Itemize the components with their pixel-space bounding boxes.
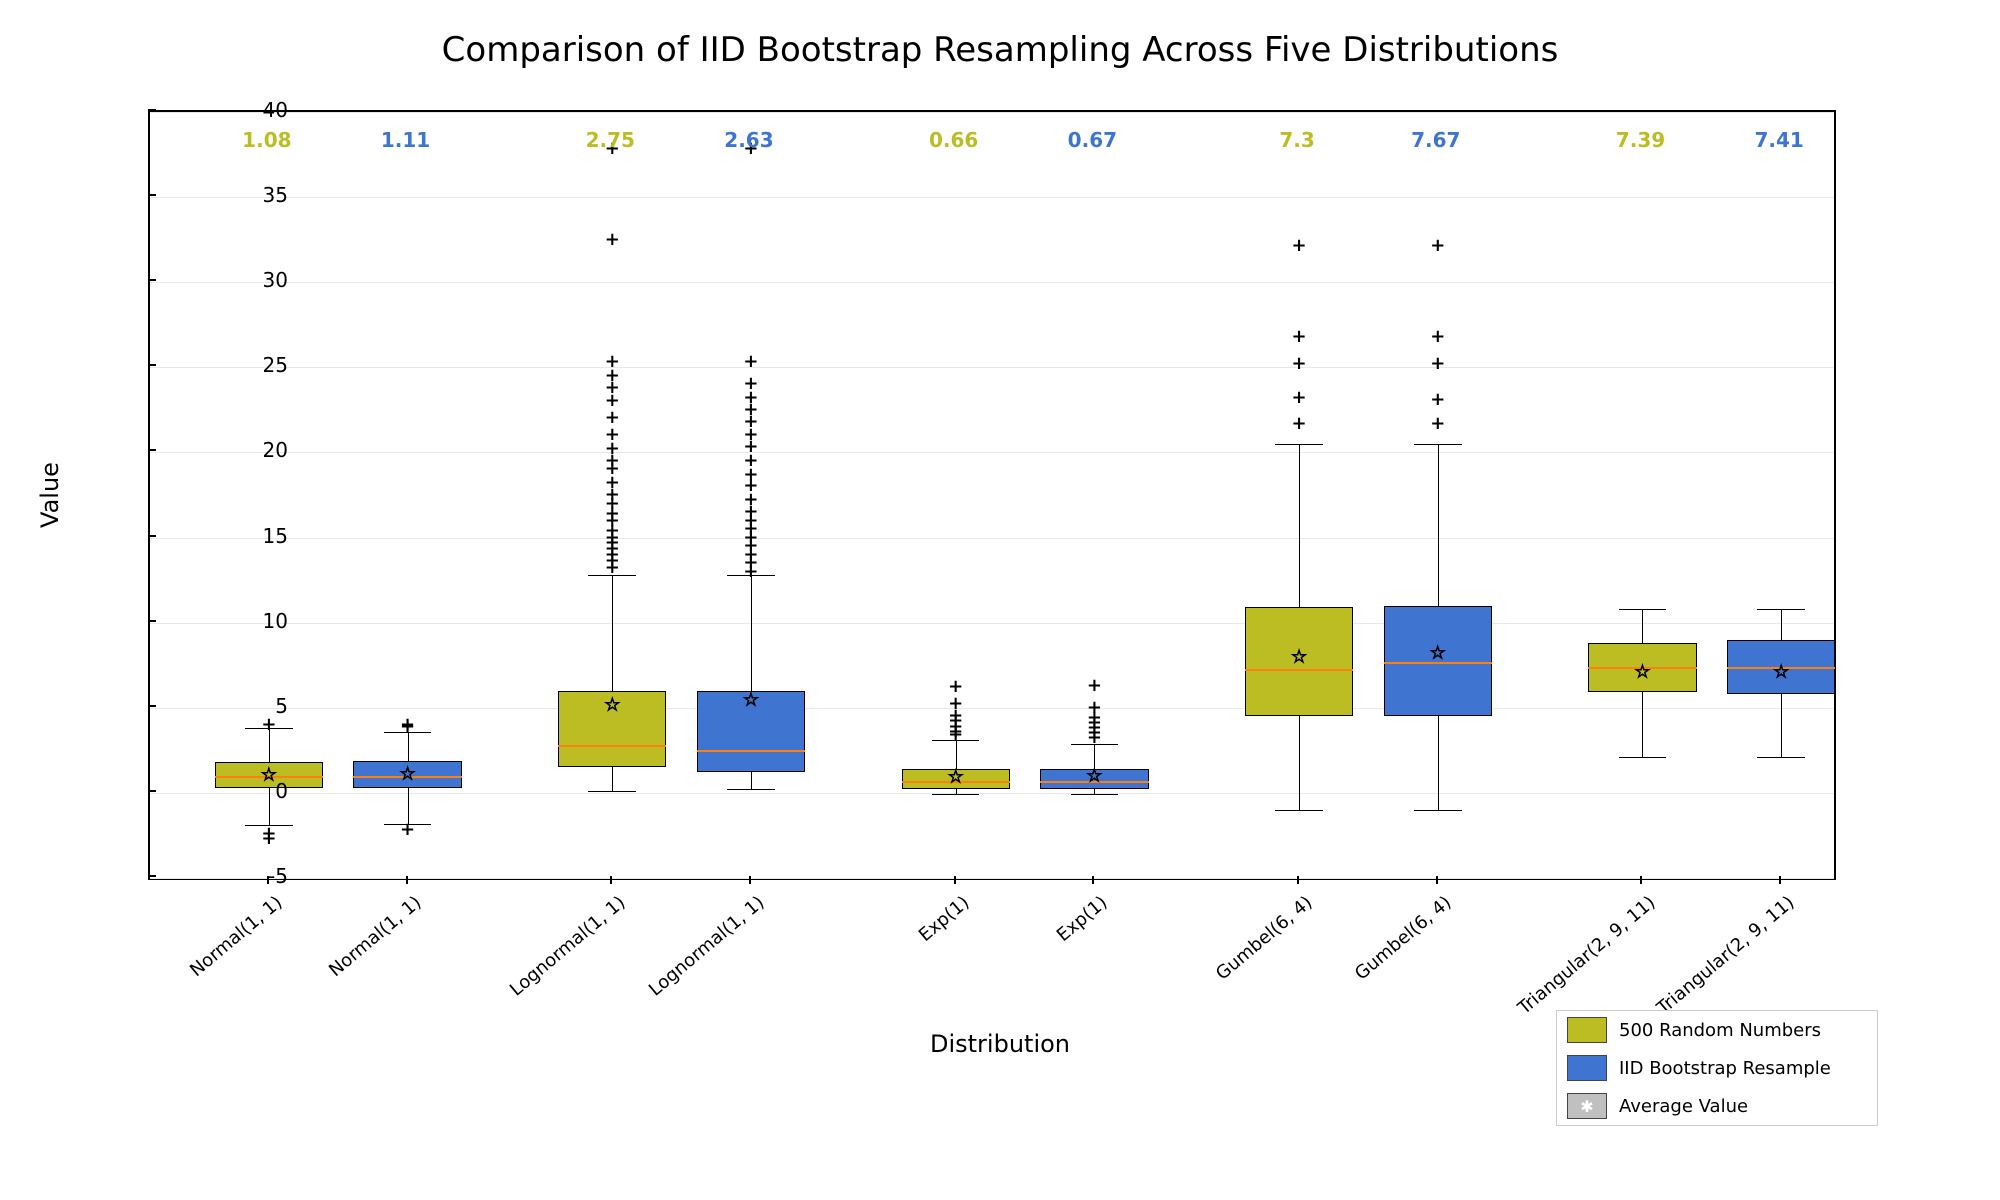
mean-marker: ☆ <box>399 763 415 784</box>
y-tick-mark <box>148 449 156 451</box>
outlier-marker: + <box>1292 389 1307 407</box>
mean-marker: ☆ <box>1773 661 1789 682</box>
x-tick-label: Triangular(2, 9, 11) <box>1515 892 1660 1019</box>
iqr-annotation: 1.08 <box>242 128 291 152</box>
x-tick-label: Exp(1) <box>1053 892 1112 946</box>
iqr-annotation: 7.3 <box>1279 128 1314 152</box>
y-tick-mark <box>148 705 156 707</box>
y-tick-mark <box>148 875 156 877</box>
legend-item-resample: IID Bootstrap Resample <box>1557 1049 1877 1087</box>
outlier-marker: + <box>1292 328 1307 346</box>
mean-marker: ☆ <box>1634 662 1650 683</box>
iqr-annotation: 7.41 <box>1754 128 1803 152</box>
mean-marker: ☆ <box>1086 766 1102 787</box>
y-tick-label: 40 <box>148 98 304 122</box>
y-tick-mark <box>148 109 156 111</box>
x-tick-label: Triangular(2, 9, 11) <box>1653 892 1798 1019</box>
outlier-marker: + <box>743 353 758 371</box>
y-tick-label: 30 <box>148 268 304 292</box>
outlier-marker: + <box>605 353 620 371</box>
legend-label: 500 Random Numbers <box>1619 1020 1821 1041</box>
iqr-annotation: 7.67 <box>1411 128 1460 152</box>
outlier-marker: + <box>948 678 963 696</box>
legend-label: IID Bootstrap Resample <box>1619 1058 1831 1079</box>
y-tick-mark <box>148 620 156 622</box>
x-tick-label: Lognormal(1, 1) <box>506 892 630 1000</box>
chart-title: Comparison of IID Bootstrap Resampling A… <box>0 30 2000 70</box>
outlier-marker: + <box>400 821 415 839</box>
mean-marker: ☆ <box>1291 646 1307 667</box>
y-tick-mark <box>148 279 156 281</box>
outlier-marker: + <box>1087 699 1102 717</box>
y-axis-label: Value <box>36 462 64 528</box>
plot-area: ☆+++☆+++☆+++++++++++++++++++++++☆+++++++… <box>148 110 1836 880</box>
mean-marker: ☆ <box>604 695 620 716</box>
outlier-marker: + <box>1430 355 1445 373</box>
figure: Comparison of IID Bootstrap Resampling A… <box>0 0 2000 1200</box>
iqr-annotation: 0.66 <box>929 128 978 152</box>
x-tick-label: Lognormal(1, 1) <box>645 892 769 1000</box>
y-tick-mark <box>148 790 156 792</box>
iqr-annotation: 7.39 <box>1616 128 1665 152</box>
outlier-marker: + <box>1292 415 1307 433</box>
outlier-marker: + <box>1430 415 1445 433</box>
outlier-marker: + <box>1292 237 1307 255</box>
y-tick-label: 5 <box>148 694 304 718</box>
legend-swatch-resample <box>1567 1055 1607 1081</box>
y-tick-mark <box>148 364 156 366</box>
mean-marker: ☆ <box>743 690 759 711</box>
outlier-marker: + <box>605 426 620 444</box>
outlier-marker: + <box>1430 391 1445 409</box>
iqr-annotation: 0.67 <box>1068 128 1117 152</box>
x-tick-label: Exp(1) <box>915 892 974 946</box>
outlier-marker: + <box>948 695 963 713</box>
y-tick-mark <box>148 535 156 537</box>
outlier-marker: + <box>261 825 276 843</box>
mean-marker: ☆ <box>1430 643 1446 664</box>
outlier-marker: + <box>261 716 276 734</box>
outlier-marker: + <box>605 231 620 249</box>
y-tick-label: 15 <box>148 524 304 548</box>
legend-swatch-average: ✱ <box>1567 1093 1607 1119</box>
legend-swatch-random <box>1567 1017 1607 1043</box>
legend-item-random: 500 Random Numbers <box>1557 1011 1877 1049</box>
iqr-annotation: 2.63 <box>724 128 773 152</box>
y-tick-label: -5 <box>148 864 304 888</box>
outlier-marker: + <box>743 375 758 393</box>
outlier-marker: + <box>1292 355 1307 373</box>
mean-marker: ☆ <box>948 766 964 787</box>
outlier-marker: + <box>1430 328 1445 346</box>
iqr-annotation: 1.11 <box>381 128 430 152</box>
y-tick-mark <box>148 194 156 196</box>
y-tick-label: 20 <box>148 438 304 462</box>
y-tick-label: 25 <box>148 353 304 377</box>
outlier-marker: + <box>400 716 415 734</box>
x-tick-label: Gumbel(6, 4) <box>1351 892 1456 984</box>
legend-item-average: ✱ Average Value <box>1557 1087 1877 1125</box>
outlier-marker: + <box>1087 677 1102 695</box>
x-tick-label: Normal(1, 1) <box>186 892 286 981</box>
x-tick-label: Gumbel(6, 4) <box>1212 892 1317 984</box>
x-tick-label: Normal(1, 1) <box>325 892 425 981</box>
y-tick-label: 0 <box>148 779 304 803</box>
y-tick-label: 10 <box>148 609 304 633</box>
outlier-marker: + <box>605 409 620 427</box>
legend-label: Average Value <box>1619 1096 1748 1117</box>
outlier-marker: + <box>1430 237 1445 255</box>
legend: 500 Random Numbers IID Bootstrap Resampl… <box>1556 1010 1878 1126</box>
y-tick-label: 35 <box>148 183 304 207</box>
iqr-annotation: 2.75 <box>586 128 635 152</box>
